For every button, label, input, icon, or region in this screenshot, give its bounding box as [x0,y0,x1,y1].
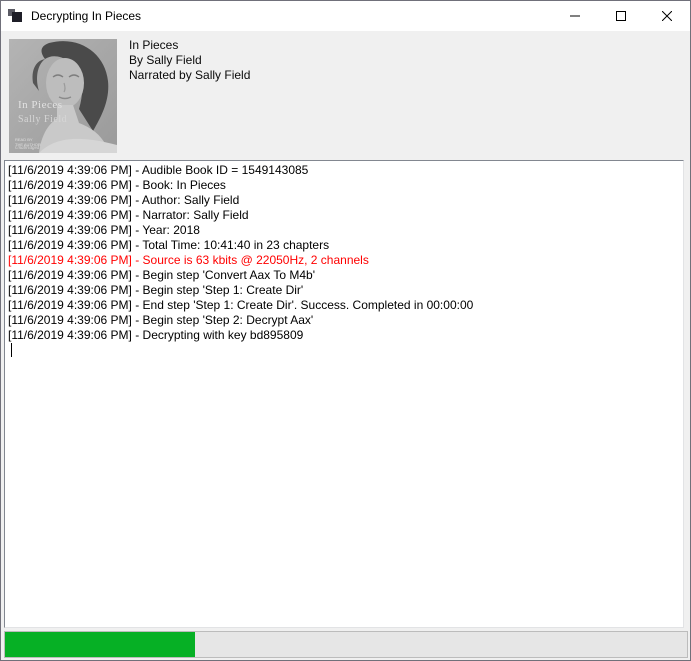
close-button[interactable] [644,1,690,31]
log-line: [11/6/2019 4:39:06 PM] - Total Time: 10:… [8,238,680,253]
book-author: By Sally Field [129,53,250,68]
log-line: [11/6/2019 4:39:06 PM] - End step 'Step … [8,298,680,313]
progress-bar [4,631,688,658]
progress-fill [5,632,195,657]
log-line: [11/6/2019 4:39:06 PM] - Book: In Pieces [8,178,680,193]
log-line: [11/6/2019 4:39:06 PM] - Year: 2018 [8,223,680,238]
window-title: Decrypting In Pieces [31,9,141,23]
log-line: [11/6/2019 4:39:06 PM] - Narrator: Sally… [8,208,680,223]
cover-author-text: Sally Field [18,114,67,125]
minimize-button[interactable] [552,1,598,31]
text-caret [11,343,12,357]
maximize-button[interactable] [598,1,644,31]
close-icon [662,11,672,21]
log-textbox[interactable]: [11/6/2019 4:39:06 PM] - Audible Book ID… [4,160,684,628]
cover-portrait [9,39,117,153]
log-line: [11/6/2019 4:39:06 PM] - Begin step 'Con… [8,268,680,283]
minimize-icon [570,11,580,21]
maximize-icon [616,11,626,21]
app-icon [8,9,23,23]
book-cover-image: In Pieces Sally Field READ BY THE AUTHOR… [9,39,117,153]
book-title: In Pieces [129,38,250,53]
log-line: [11/6/2019 4:39:06 PM] - Audible Book ID… [8,163,680,178]
cover-title-text: In Pieces [18,99,63,111]
log-line: [11/6/2019 4:39:06 PM] - Begin step 'Ste… [8,283,680,298]
book-info-label: In Pieces By Sally Field Narrated by Sal… [129,38,250,83]
log-line-error: [11/6/2019 4:39:06 PM] - Source is 63 kb… [8,253,680,268]
cover-unabridged-text: Unabridged [15,146,39,151]
titlebar[interactable]: Decrypting In Pieces [1,1,690,31]
log-line: [11/6/2019 4:39:06 PM] - Decrypting with… [8,328,680,343]
book-narrator: Narrated by Sally Field [129,68,250,83]
app-window: Decrypting In Pieces [0,0,691,661]
log-line: [11/6/2019 4:39:06 PM] - Begin step 'Ste… [8,313,680,328]
log-line: [11/6/2019 4:39:06 PM] - Author: Sally F… [8,193,680,208]
